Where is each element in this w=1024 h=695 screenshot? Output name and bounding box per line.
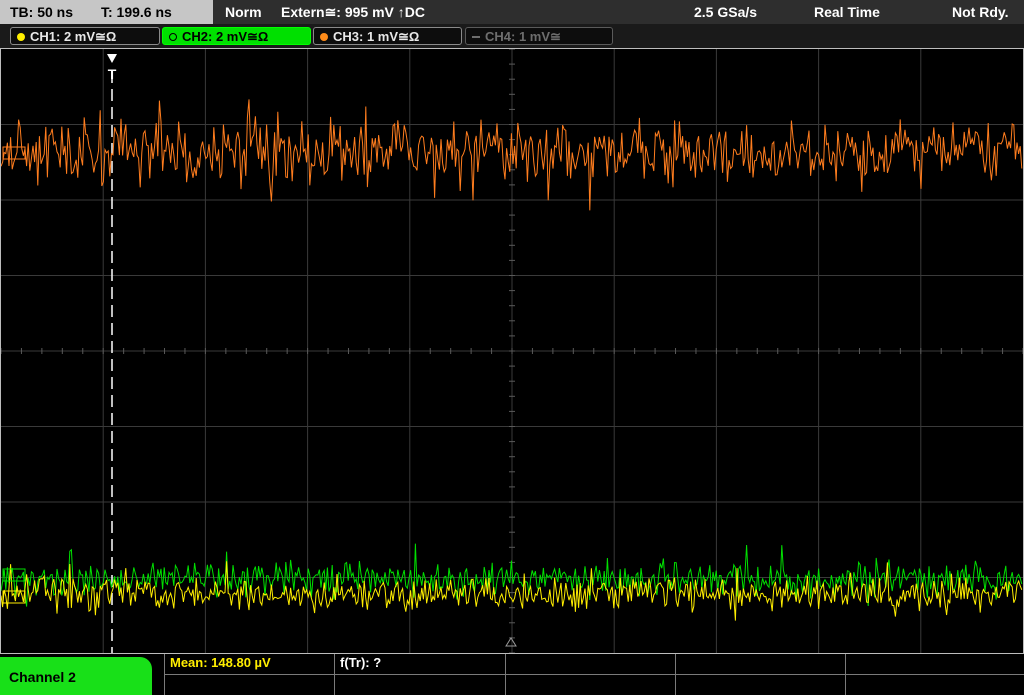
acquisition-type: Real Time [814,4,880,20]
frequency-measurement[interactable]: f(Tr): ? [340,655,381,670]
channel-1-button[interactable]: CH1: 2 mV≅Ω [10,27,160,45]
timebase-box[interactable]: TB: 50 ns T: 199.6 ns [0,0,213,24]
measurement-cell-divider [334,654,335,695]
channel-3-button[interactable]: CH3: 1 mV≅Ω [313,27,462,45]
waveform-display[interactable]: T [0,48,1024,654]
measurement-cell-divider [675,654,676,695]
channel-bar: CH1: 2 mV≅Ω CH2: 2 mV≅Ω CH3: 1 mV≅Ω CH4:… [0,24,1024,48]
channel-2-dot-icon [169,33,177,41]
acquisition-mode[interactable]: Norm [225,0,262,24]
measurement-cell-divider [845,654,846,695]
trigger-settings[interactable]: Extern≅: 995 mV ↑DC [281,0,425,24]
measurement-cell-divider [164,654,165,695]
measurement-row-divider [164,674,1024,675]
mean-measurement[interactable]: Mean: 148.80 µV [170,655,271,670]
selected-channel-tab[interactable]: Channel 2 [0,657,152,695]
trigger-level-marker-icon [505,637,517,647]
measurement-panel: Mean: 148.80 µV f(Tr): ? [164,654,1024,695]
channel-1-dot-icon [17,33,25,41]
timebase-readout: TB: 50 ns [10,4,74,20]
channel-4-button[interactable]: CH4: 1 mV≅ [465,27,613,45]
channel-2-label: CH2: 2 mV≅Ω [182,29,269,44]
measurement-cell-divider [505,654,506,695]
selected-channel-label: Channel 2 [9,669,76,685]
channel-3-label: CH3: 1 mV≅Ω [333,29,420,44]
trigger-time-readout: T: 199.6 ns [101,4,172,20]
channel-1-label: CH1: 2 mV≅Ω [30,29,117,44]
channel-4-label: CH4: 1 mV≅ [485,29,561,44]
channel-2-button[interactable]: CH2: 2 mV≅Ω [162,27,311,45]
status-bar: TB: 50 ns T: 199.6 ns Norm Extern≅: 995 … [0,0,1024,24]
channel-4-off-icon [472,36,480,38]
channel-3-dot-icon [320,33,328,41]
sample-rate: 2.5 GSa/s [694,4,758,20]
trigger-status: Not Rdy. [952,4,1009,20]
waveform-canvas: T [1,49,1023,653]
trigger-position-marker-icon[interactable] [107,54,117,63]
trigger-marker-label: T [108,66,117,82]
